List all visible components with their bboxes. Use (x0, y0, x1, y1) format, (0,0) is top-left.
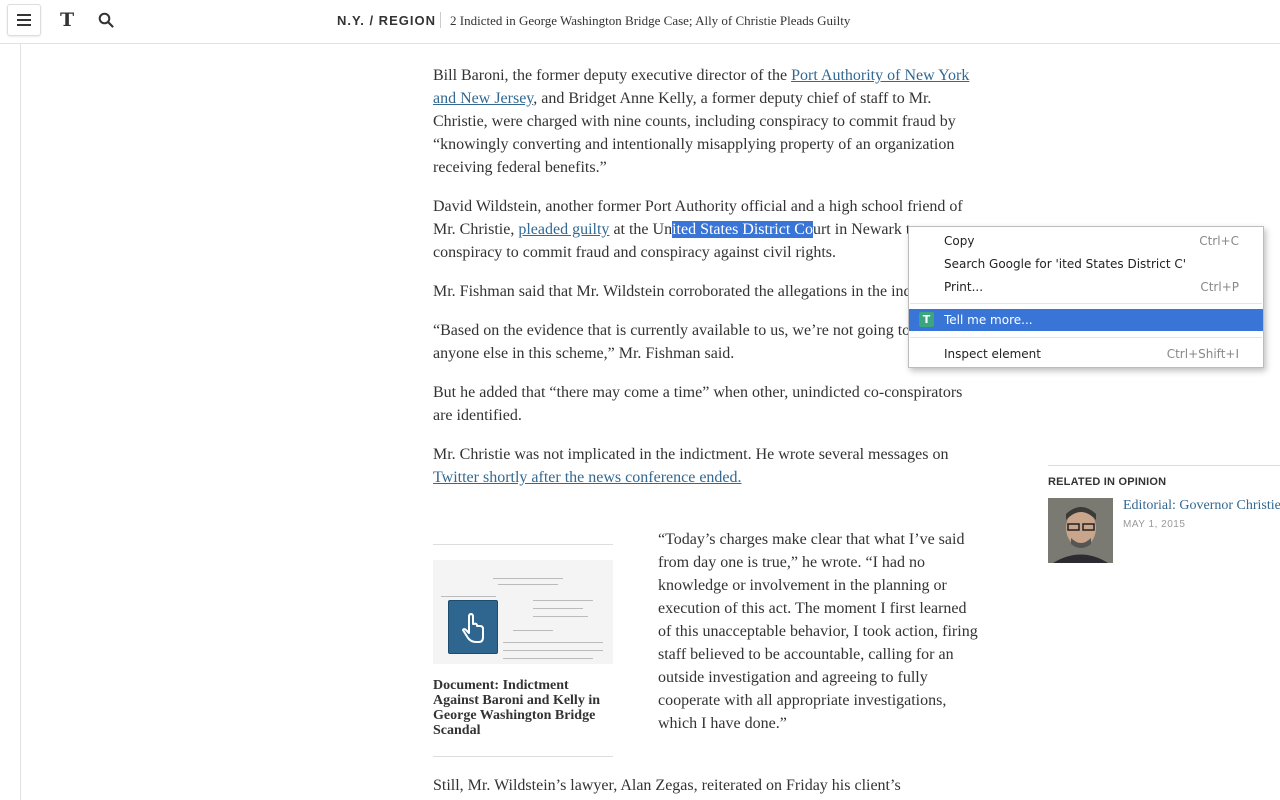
header-divider (440, 12, 441, 28)
doc-line (533, 616, 588, 617)
related-date: MAY 1, 2015 (1123, 519, 1186, 530)
portrait-image (1048, 498, 1113, 563)
menu-item-shortcut: Ctrl+P (1200, 280, 1239, 294)
menu-icon-bar (17, 14, 31, 16)
paragraph: “Based on the evidence that is currently… (433, 322, 957, 362)
search-icon[interactable] (98, 12, 114, 28)
menu-item-label: Tell me more... (944, 313, 1033, 327)
pleaded-guilty-link[interactable]: pleaded guilty (518, 221, 609, 238)
menu-item-print[interactable]: Print... Ctrl+P (909, 276, 1263, 298)
menu-button[interactable] (7, 4, 41, 36)
related-thumbnail[interactable] (1048, 498, 1113, 563)
related-item[interactable]: Editorial: Governor Christie MAY 1, 2015 (1048, 498, 1280, 564)
menu-item-tell-me-more[interactable]: T Tell me more... (909, 309, 1263, 331)
document-thumbnail[interactable] (433, 560, 613, 664)
doc-line (533, 600, 593, 601)
related-title: RELATED IN OPINION (1048, 476, 1167, 488)
selected-text[interactable]: ited States District Co (672, 221, 813, 238)
menu-item-label: Inspect element (944, 347, 1041, 361)
extension-t-icon: T (919, 312, 934, 327)
doc-line (533, 608, 583, 609)
menu-item-label: Copy (944, 234, 975, 248)
doc-line (498, 584, 558, 585)
doc-line (503, 650, 603, 651)
text: Bill Baroni, the former deputy executive… (433, 67, 792, 84)
christie-quote: “Today’s charges make clear that what I’… (658, 531, 978, 732)
document-caption[interactable]: Document: Indictment Against Baroni and … (433, 678, 613, 738)
doc-line (503, 658, 593, 659)
top-bar: T N.Y. / REGION 2 Indicted in George Was… (0, 0, 1280, 44)
paragraph: Mr. Fishman said that Mr. Wildstein corr… (433, 283, 964, 300)
left-rail (0, 0, 21, 800)
text: Mr. Christie was not implicated in the i… (433, 446, 949, 463)
menu-item-copy[interactable]: Copy Ctrl+C (909, 230, 1263, 252)
doc-line (441, 596, 496, 597)
menu-separator (910, 303, 1262, 304)
menu-item-label: Print... (944, 280, 984, 294)
paragraph: Bill Baroni, the former deputy executive… (433, 64, 973, 179)
context-menu: Copy Ctrl+C Search Google for 'ited Stat… (908, 226, 1264, 368)
doc-line (493, 578, 563, 579)
paragraph: Mr. Christie was not implicated in the i… (433, 443, 973, 489)
article-headline: 2 Indicted in George Washington Bridge C… (450, 13, 851, 28)
paragraph: David Wildstein, another former Port Aut… (433, 195, 973, 264)
menu-item-label: Search Google for 'ited States District … (944, 257, 1187, 271)
doc-line (503, 642, 603, 643)
menu-separator (910, 337, 1262, 338)
section-label[interactable]: N.Y. / REGION (337, 13, 436, 28)
menu-item-shortcut: Ctrl+Shift+I (1166, 347, 1239, 361)
menu-item-shortcut: Ctrl+C (1199, 234, 1239, 248)
twitter-link[interactable]: Twitter shortly after the news conferenc… (433, 469, 742, 486)
related-in-opinion: RELATED IN OPINION Editorial: Governor C… (1048, 465, 1280, 564)
hand-pointer-glyph (462, 613, 484, 643)
related-link[interactable]: Editorial: Governor Christie (1123, 498, 1280, 514)
text: at the Un (609, 221, 673, 238)
doc-line (513, 630, 553, 631)
nyt-t-logo[interactable]: T (60, 10, 74, 30)
document-embed[interactable]: Document: Indictment Against Baroni and … (433, 544, 613, 757)
paragraph: But he added that “there may come a time… (433, 384, 963, 424)
menu-item-search-google[interactable]: Search Google for 'ited States District … (909, 253, 1263, 275)
menu-icon-bar (17, 24, 31, 26)
menu-icon-bar (17, 19, 31, 21)
menu-item-inspect-element[interactable]: Inspect element Ctrl+Shift+I (909, 343, 1263, 365)
hand-pointer-icon[interactable] (448, 600, 498, 654)
paragraph: Still, Mr. Wildstein’s lawyer, Alan Zega… (433, 777, 901, 794)
article-body: Bill Baroni, the former deputy executive… (433, 64, 973, 505)
